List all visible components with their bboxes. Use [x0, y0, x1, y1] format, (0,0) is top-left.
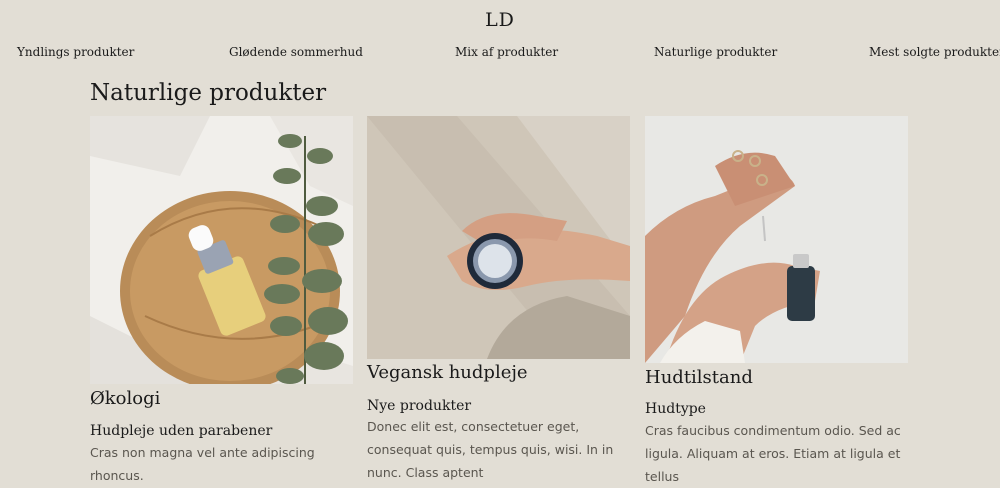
nav-item-mix-af-produkter[interactable]: Mix af produkter: [455, 45, 558, 59]
card-subtitle: Hudpleje uden parabener: [90, 423, 273, 439]
dropper-bottle-hands-image[interactable]: [645, 116, 908, 363]
nav-item-mest-solgte-produkter[interactable]: Mest solgte produkter: [869, 45, 1000, 59]
nav-item-glodende-sommerhud[interactable]: Glødende sommerhud: [229, 45, 363, 59]
card-body-text: Cras faucibus condimentum odio. Sed ac l…: [645, 423, 901, 484]
section-title: Naturlige produkter: [90, 80, 327, 106]
card-title[interactable]: Hudtilstand: [645, 367, 753, 388]
card-subtitle: Nye produkter: [367, 398, 472, 414]
card-body-text: Donec elit est, consectetuer eget, conse…: [367, 419, 614, 480]
card-title[interactable]: Vegansk hudpleje: [367, 362, 528, 383]
serum-on-wood-board-image[interactable]: [90, 116, 353, 384]
card-title[interactable]: Økologi: [90, 388, 160, 409]
hand-holding-jar-image[interactable]: [367, 116, 630, 359]
card-body-text: Cras non magna vel ante adipiscing rhonc…: [90, 445, 315, 483]
nav-item-naturlige-produkter[interactable]: Naturlige produkter: [654, 45, 777, 59]
site-logo[interactable]: LD: [0, 9, 1000, 31]
card-subtitle: Hudtype: [645, 401, 706, 417]
main-nav: Yndlings produkter Glødende sommerhud Mi…: [0, 45, 1000, 61]
nav-item-yndlings-produkter[interactable]: Yndlings produkter: [17, 45, 134, 59]
